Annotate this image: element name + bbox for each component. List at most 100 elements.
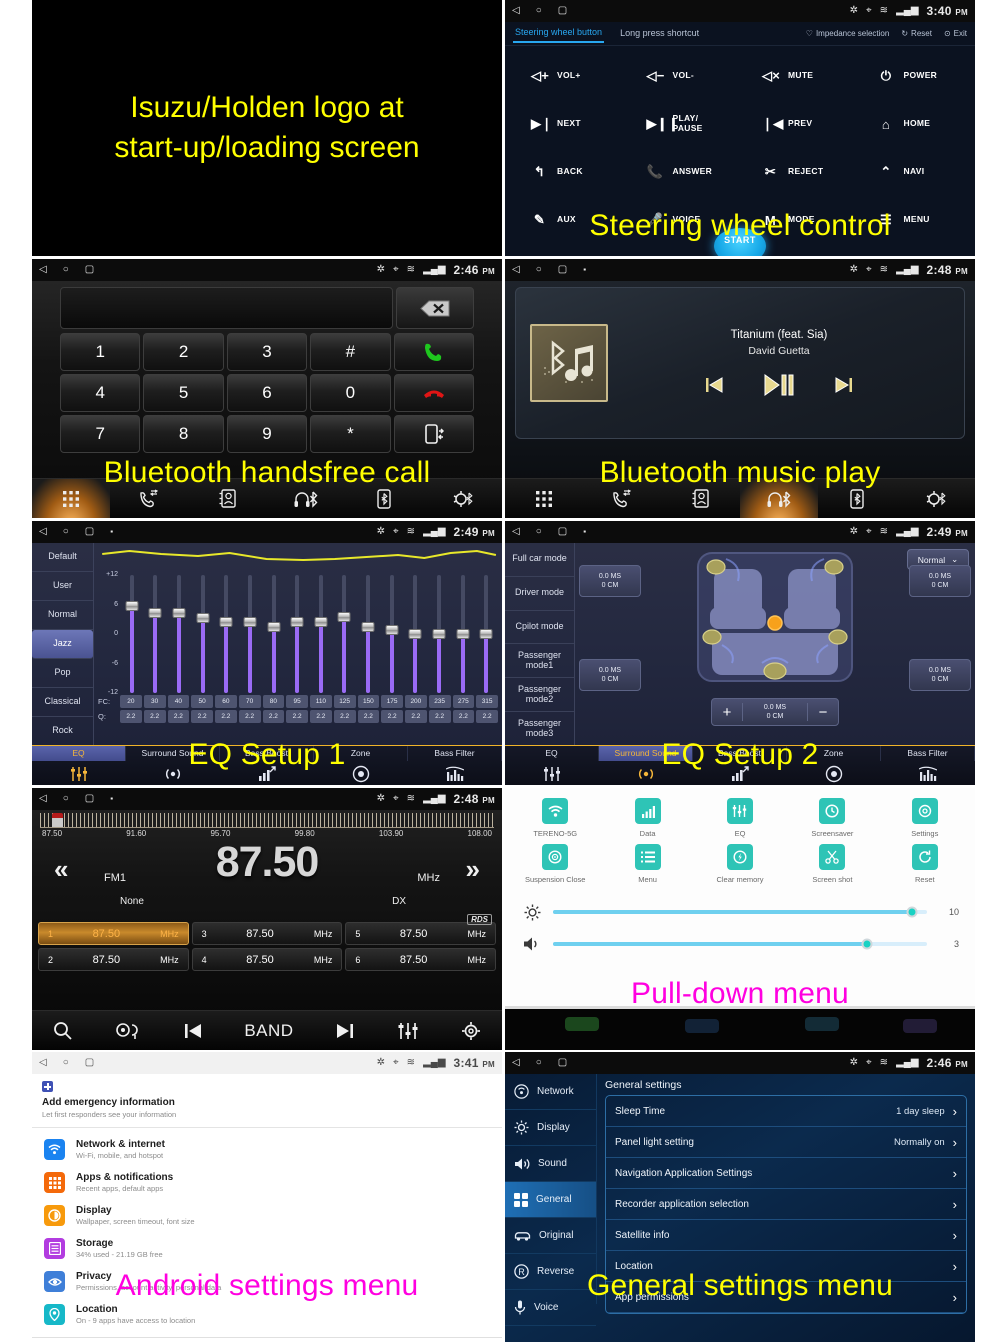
- eq-sliders-icon[interactable]: [505, 761, 599, 785]
- speaker-delay-front-left[interactable]: 0.0 MS 0 CM: [579, 565, 641, 597]
- eq-band-slider[interactable]: [474, 575, 498, 693]
- eq-q-cell[interactable]: 2.2: [143, 710, 166, 723]
- general-row-satellite-info[interactable]: Satellite info ›: [606, 1220, 966, 1251]
- nav-recents-icon[interactable]: ▢: [558, 265, 567, 275]
- search-icon[interactable]: [53, 1021, 73, 1041]
- eq-band-slider[interactable]: [380, 575, 404, 693]
- eq-fc-cell[interactable]: 150: [357, 695, 380, 708]
- bass-boost-icon[interactable]: [220, 761, 314, 785]
- steering-button-prev[interactable]: ❘◀ PREV: [740, 100, 856, 148]
- general-row-navigation-application-settings[interactable]: Navigation Application Settings ›: [606, 1158, 966, 1189]
- eq-band-slider[interactable]: [404, 575, 428, 693]
- nav-recents-icon[interactable]: ▢: [558, 6, 567, 16]
- nav-screenshot-icon[interactable]: ▪: [583, 528, 586, 536]
- eq-q-cell[interactable]: 2.2: [238, 710, 261, 723]
- quick-tile-clear-memory[interactable]: Clear memory: [694, 844, 786, 884]
- bt-audio-icon[interactable]: [267, 479, 345, 518]
- dial-key-7[interactable]: 7: [60, 415, 141, 453]
- call-log-icon[interactable]: [110, 479, 188, 518]
- quick-tile-menu[interactable]: Menu: [601, 844, 693, 884]
- eq-sliders-icon[interactable]: [32, 761, 126, 785]
- eq-tab-surround-sound[interactable]: Surround Sound: [599, 746, 693, 761]
- impedance-selection-button[interactable]: ♡ Impedance selection: [806, 29, 890, 38]
- eq-q-cell[interactable]: 2.2: [120, 710, 142, 723]
- speaker-delay-rear-left[interactable]: 0.0 MS 0 CM: [579, 659, 641, 691]
- eq-band-slider[interactable]: [238, 575, 262, 693]
- eq-band-slider[interactable]: [120, 575, 144, 693]
- sidebar-item-sound[interactable]: Sound: [505, 1146, 596, 1182]
- dial-key-star[interactable]: *: [310, 415, 391, 453]
- steering-button-vol[interactable]: ◁+ VOL+: [509, 52, 625, 100]
- frequency-ruler[interactable]: 87.50 91.60 95.70 99.80 103.90 108.00: [32, 810, 502, 838]
- dial-key-0[interactable]: 0: [310, 374, 391, 412]
- dial-key-2[interactable]: 2: [143, 333, 224, 371]
- sidebar-item-network[interactable]: Network: [505, 1074, 596, 1110]
- eq-fc-cell[interactable]: 275: [452, 695, 475, 708]
- eq-fc-cell[interactable]: 110: [310, 695, 332, 708]
- steering-button-reject[interactable]: ✂ REJECT: [740, 148, 856, 196]
- nav-back-icon[interactable]: ◁: [39, 265, 47, 275]
- eq-q-cell[interactable]: 2.2: [381, 710, 403, 723]
- dial-key-6[interactable]: 6: [226, 374, 308, 412]
- zone-icon[interactable]: [314, 761, 408, 785]
- seek-up-button[interactable]: »: [466, 854, 480, 885]
- settings-row-display[interactable]: Display Wallpaper, screen timeout, font s…: [32, 1199, 502, 1232]
- eq-q-cell[interactable]: 2.2: [405, 710, 427, 723]
- dial-call-button[interactable]: [393, 333, 474, 371]
- general-row-location[interactable]: Location ›: [606, 1251, 966, 1282]
- auto-scan-icon[interactable]: [115, 1021, 141, 1041]
- eq-tab-bass-filter[interactable]: Bass Filter: [881, 746, 975, 761]
- nav-back-icon[interactable]: ◁: [39, 794, 47, 804]
- nav-home-icon[interactable]: ○: [536, 1058, 542, 1068]
- eq-sliders-icon[interactable]: [397, 1021, 419, 1041]
- subwoofer-delay-stepper[interactable]: + 0.0 MS 0 CM −: [711, 698, 839, 726]
- steering-button-play-pause[interactable]: ▶❙❙ PLAY/PAUSE: [625, 100, 741, 148]
- eq-preset-normal[interactable]: Normal: [32, 601, 93, 630]
- dial-key-hash[interactable]: #: [310, 333, 391, 371]
- start-button[interactable]: START: [714, 228, 766, 256]
- surround-mode-driver-mode[interactable]: Driver mode: [505, 577, 574, 611]
- eq-q-cell[interactable]: 2.2: [167, 710, 190, 723]
- dial-key-5[interactable]: 5: [143, 374, 224, 412]
- settings-row-privacy[interactable]: Privacy Permissions, account activity, pe…: [32, 1265, 502, 1298]
- backspace-button[interactable]: [396, 287, 474, 329]
- general-row-panel-light-setting[interactable]: Panel light setting Normally on ›: [606, 1127, 966, 1158]
- eq-fc-cell[interactable]: 175: [381, 695, 403, 708]
- contacts-icon[interactable]: [662, 479, 740, 518]
- quick-tile-screen-shot[interactable]: Screen shot: [786, 844, 878, 884]
- radio-preset-6[interactable]: 6 87.50 MHz: [345, 948, 496, 971]
- eq-q-cell[interactable]: 2.2: [286, 710, 308, 723]
- eq-fc-cell[interactable]: 95: [286, 695, 308, 708]
- nav-back-icon[interactable]: ◁: [39, 527, 47, 537]
- dial-key-8[interactable]: 8: [143, 415, 224, 453]
- steering-button-mute[interactable]: ◁× MUTE: [740, 52, 856, 100]
- eq-band-slider[interactable]: [191, 575, 215, 693]
- reset-button[interactable]: ↻ Reset: [901, 29, 932, 38]
- contacts-icon[interactable]: [189, 479, 267, 518]
- settings-row-apps-notifications[interactable]: Apps & notifications Recent apps, default…: [32, 1166, 502, 1199]
- eq-q-cell[interactable]: 2.2: [333, 710, 356, 723]
- eq-q-cell[interactable]: 2.2: [452, 710, 475, 723]
- eq-band-slider[interactable]: [144, 575, 168, 693]
- nav-home-icon[interactable]: ○: [536, 265, 542, 275]
- eq-band-slider[interactable]: [285, 575, 309, 693]
- nav-screenshot-icon[interactable]: ▪: [110, 795, 113, 803]
- steering-button-power[interactable]: ⏻ POWER: [856, 52, 972, 100]
- bt-settings-icon[interactable]: [424, 479, 502, 518]
- nav-home-icon[interactable]: ○: [536, 527, 542, 537]
- sidebar-item-reverse[interactable]: R Reverse: [505, 1254, 596, 1290]
- steering-button-next[interactable]: ▶❘ NEXT: [509, 100, 625, 148]
- eq-band-slider[interactable]: [167, 575, 191, 693]
- sidebar-item-display[interactable]: Display: [505, 1110, 596, 1146]
- eq-preset-pop[interactable]: Pop: [32, 659, 93, 688]
- nav-screenshot-icon[interactable]: ▪: [583, 266, 586, 274]
- eq-fc-cell[interactable]: 20: [120, 695, 142, 708]
- eq-preset-jazz[interactable]: Jazz: [32, 630, 93, 659]
- eq-band-slider[interactable]: [309, 575, 333, 693]
- radio-preset-4[interactable]: 4 87.50 MHz: [191, 948, 343, 971]
- nav-recents-icon[interactable]: ▢: [558, 1058, 567, 1068]
- eq-q-cell[interactable]: 2.2: [191, 710, 213, 723]
- seek-down-button[interactable]: «: [54, 854, 68, 885]
- decrease-button[interactable]: −: [808, 704, 838, 721]
- nav-home-icon[interactable]: ○: [63, 794, 69, 804]
